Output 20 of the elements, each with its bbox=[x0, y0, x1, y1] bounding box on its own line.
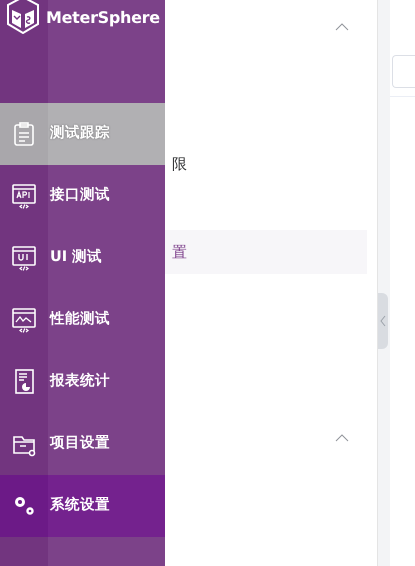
nav-item[interactable]: 系统设置 bbox=[0, 475, 165, 537]
input-field[interactable] bbox=[392, 55, 415, 88]
nav-item[interactable]: 报表统计 bbox=[0, 351, 165, 413]
report-icon bbox=[12, 369, 36, 395]
collapse-handle[interactable] bbox=[378, 293, 388, 349]
chevron-left-icon bbox=[380, 315, 386, 327]
ui-window-icon bbox=[12, 245, 36, 271]
api-window-icon bbox=[12, 183, 36, 209]
submenu-item[interactable]: 限 bbox=[165, 142, 367, 186]
caret-up-icon[interactable] bbox=[335, 434, 349, 442]
nav-item[interactable]: 项目设置 bbox=[0, 413, 165, 475]
submenu-item[interactable]: 置 bbox=[165, 230, 367, 274]
nav-item[interactable]: 接口测试 bbox=[0, 165, 165, 227]
caret-up-icon[interactable] bbox=[335, 23, 349, 31]
nav-item[interactable]: 性能测试 bbox=[0, 289, 165, 351]
clipboard-icon bbox=[12, 121, 36, 147]
nav-item[interactable]: UI 测试 bbox=[0, 227, 165, 289]
logo-icon bbox=[6, 0, 40, 34]
brand-name: MeterSphere bbox=[46, 7, 160, 29]
chart-window-icon bbox=[12, 307, 36, 333]
